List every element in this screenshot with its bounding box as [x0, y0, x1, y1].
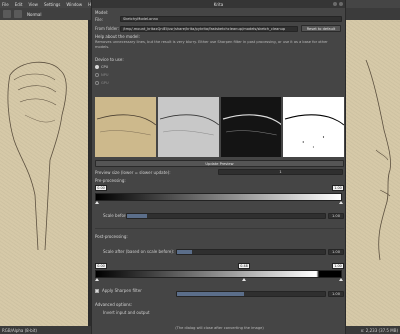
sharpen-checkbox[interactable]	[95, 288, 99, 293]
preview-size-value: 1	[279, 170, 282, 174]
pre-low-handle[interactable]	[95, 201, 99, 204]
model-file-select[interactable]: SketchyModel.onnx	[120, 16, 342, 22]
scale-after-row: Scale after (based on scale before):	[95, 249, 174, 254]
gradient-icon[interactable]	[14, 10, 22, 18]
pre-high-handle[interactable]	[339, 201, 343, 204]
dialog-footer-note: (The dialog will close after converting …	[175, 326, 264, 330]
help-about-label: Help about the model:	[95, 34, 140, 39]
fist-sketch-icon	[7, 61, 67, 251]
post-low-value: 0.00	[97, 264, 105, 268]
scale-after-slider[interactable]	[176, 249, 326, 255]
update-preview-button[interactable]: Update Preview	[95, 160, 344, 167]
dialog-title: Krita	[213, 1, 224, 7]
preview-size-row: Preview size (lower = slower update): 1	[95, 169, 343, 175]
image-size-status: x: 2,233 (37.5 MB)	[360, 327, 398, 333]
model-file-value: SketchyModel.onnx	[123, 17, 159, 21]
file-label: File:	[95, 16, 104, 22]
post-low-handle[interactable]	[95, 278, 99, 281]
sharpen-value: 1.00	[331, 292, 340, 296]
reset-default-button[interactable]: Reset to default	[301, 25, 341, 32]
face-sketch-icon	[365, 59, 391, 261]
pre-levels-row: 0.00 1.00	[95, 185, 344, 191]
app-toolbar: Normal	[0, 8, 90, 20]
model-help-text: Removes unnecessary lines, but the resul…	[95, 40, 328, 49]
canvas-left[interactable]	[0, 20, 91, 326]
scale-after-label: Scale after (based on scale before):	[103, 249, 175, 254]
from-folder-label: From folder:	[95, 26, 120, 31]
post-high-input[interactable]: 1.00	[332, 263, 344, 269]
pre-low-input[interactable]: 0.00	[95, 185, 107, 191]
folder-path-value: /tmp/.mount_kritaxQnIEl/usr/share/krita/…	[123, 26, 286, 31]
cpu-radio[interactable]	[95, 65, 99, 69]
scale-before-slider[interactable]	[126, 213, 326, 219]
preview-size-label: Preview size (lower = slower update):	[95, 169, 171, 175]
device-cpu[interactable]: CPU	[95, 65, 108, 69]
pre-high-input[interactable]: 1.00	[332, 185, 344, 191]
scale-after-value: 1.00	[331, 250, 340, 254]
gpu-label: GPU	[101, 81, 109, 85]
menu-edit[interactable]: Edit	[15, 2, 23, 7]
sharpen-label: Apply Sharpen filter	[102, 288, 142, 293]
preview-strip	[95, 97, 344, 157]
menu-file[interactable]: File	[2, 2, 9, 7]
divider	[95, 228, 344, 229]
preview-result	[283, 97, 344, 157]
post-levels-row: 0.00	[95, 263, 344, 269]
menu-window[interactable]: Window	[66, 2, 82, 7]
invert-row[interactable]: Invert input and output	[95, 310, 150, 315]
npu-radio[interactable]	[95, 73, 99, 77]
post-levels-gradient[interactable]	[95, 270, 342, 278]
brush-preset-icon[interactable]	[3, 10, 11, 18]
sketch-cleanup-dialog: Krita Model: File: SketchyModel.onnx Fro…	[91, 0, 346, 334]
minimize-icon[interactable]	[333, 2, 337, 6]
preview-grayscale	[157, 97, 219, 157]
scale-before-spinbox[interactable]: 1.00	[328, 213, 344, 219]
canvas-right[interactable]	[346, 20, 400, 326]
post-high-value: 1.00	[334, 264, 342, 268]
file-row: File: SketchyModel.onnx	[95, 16, 342, 22]
advanced-section-label: Advanced options:	[95, 302, 133, 307]
menu-settings[interactable]: Settings	[44, 2, 60, 7]
device-npu[interactable]: NPU	[95, 73, 109, 77]
npu-label: NPU	[101, 73, 109, 77]
sharpen-row: Apply Sharpen filter	[95, 288, 142, 293]
dialog-titlebar[interactable]: Krita	[92, 0, 345, 8]
folder-path-field[interactable]: /tmp/.mount_kritaxQnIEl/usr/share/krita/…	[120, 25, 298, 32]
preprocessing-section-label: Pre-processing:	[95, 178, 126, 183]
color-space-status: RGB/Alpha (8-bit)	[2, 327, 37, 333]
preview-original	[95, 97, 156, 157]
preview-size-spinbox[interactable]: 1	[218, 169, 343, 175]
sharpen-fill	[177, 292, 244, 296]
post-high-handle[interactable]	[339, 278, 343, 281]
scale-after-fill	[177, 250, 192, 254]
post-mid-handle[interactable]	[242, 278, 246, 281]
scale-after-spinbox[interactable]: 1.00	[328, 249, 344, 255]
post-low-input[interactable]: 0.00	[95, 263, 107, 269]
postprocessing-section-label: Post-processing:	[95, 234, 128, 239]
scale-before-label: Scale before:	[103, 213, 130, 218]
device-gpu[interactable]: GPU	[95, 81, 109, 85]
folder-row: From folder: /tmp/.mount_kritaxQnIEl/usr…	[95, 25, 341, 32]
pre-levels-gradient[interactable]	[95, 193, 342, 201]
cpu-label: CPU	[101, 65, 109, 69]
post-mid-input[interactable]: 0.48	[238, 263, 250, 269]
gpu-radio[interactable]	[95, 81, 99, 85]
menu-view[interactable]: View	[28, 2, 38, 7]
model-section-label: Model:	[95, 10, 109, 15]
post-mid-value: 0.48	[240, 264, 248, 268]
pre-high-value: 1.00	[334, 186, 342, 190]
sharpen-spinbox[interactable]: 1.00	[328, 291, 344, 297]
scale-before-value: 1.00	[331, 214, 340, 218]
scale-before-fill	[127, 214, 147, 218]
preview-model-output	[220, 97, 282, 157]
device-section-label: Device to use:	[95, 57, 124, 62]
blend-mode[interactable]: Normal	[27, 12, 41, 17]
scale-before-row: Scale before:	[95, 213, 130, 218]
close-icon[interactable]	[339, 2, 343, 6]
pre-low-value: 0.00	[97, 186, 105, 190]
invert-label: Invert input and output	[103, 310, 150, 315]
sharpen-slider[interactable]	[176, 291, 326, 297]
